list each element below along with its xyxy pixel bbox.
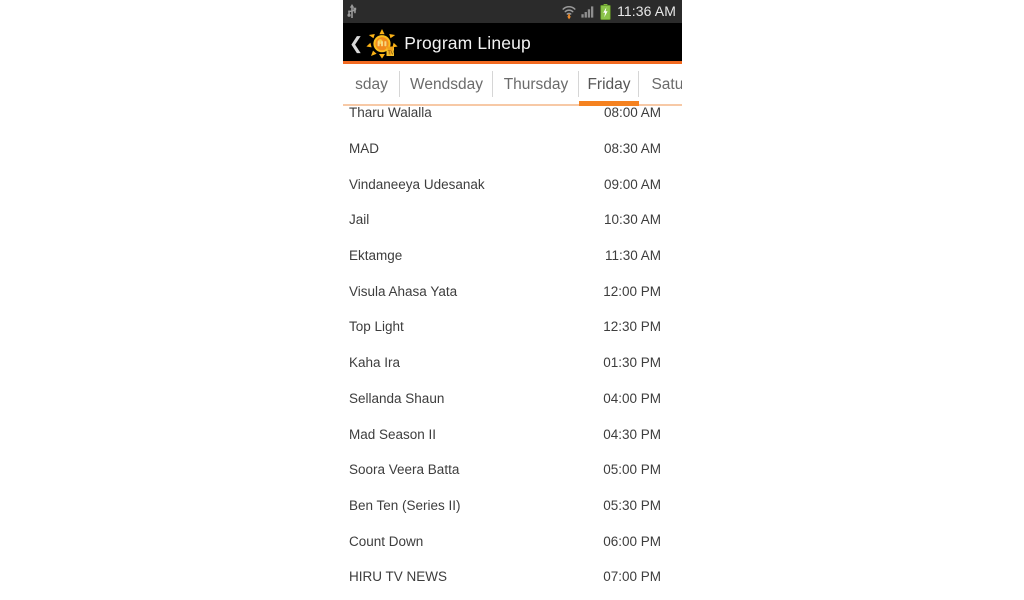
cellular-signal-icon: [581, 6, 594, 18]
tab-label: Friday: [587, 76, 631, 93]
status-bar-left-icons: [346, 4, 358, 19]
program-row[interactable]: Soora Veera Batta 05:00 PM: [343, 452, 682, 488]
battery-charging-icon: [600, 3, 611, 20]
tab-saturday[interactable]: Saturday: [639, 64, 682, 106]
program-row[interactable]: Kaha Ira 01:30 PM: [343, 345, 682, 381]
program-row[interactable]: Vindaneeya Udesanak 09:00 AM: [343, 166, 682, 202]
tab-label: Thursday: [503, 76, 569, 93]
wifi-icon: [562, 5, 576, 19]
program-row[interactable]: Jail 10:30 AM: [343, 202, 682, 238]
tab-label: Wendsday: [410, 76, 483, 93]
program-time: 07:00 PM: [603, 569, 661, 585]
program-title: Ektamge: [349, 248, 403, 264]
tab-friday[interactable]: Friday: [579, 64, 639, 106]
program-row[interactable]: HIRU TV NEWS 07:00 PM: [343, 559, 682, 595]
program-row[interactable]: Visula Ahasa Yata 12:00 PM: [343, 273, 682, 309]
tab-label: sday: [355, 76, 388, 93]
program-title: Tharu Walalla: [349, 106, 432, 121]
hiru-tv-sun-logo-icon: TV: [366, 28, 398, 59]
program-time: 05:00 PM: [603, 462, 661, 478]
program-time: 09:00 AM: [603, 176, 661, 192]
program-row[interactable]: Count Down 06:00 PM: [343, 523, 682, 559]
status-bar: 11:36 AM: [343, 0, 682, 23]
program-time: 05:30 PM: [603, 497, 661, 513]
page-title: Program Lineup: [404, 33, 531, 53]
program-time: 06:00 PM: [603, 533, 661, 549]
program-list[interactable]: Tharu Walalla 08:00 AM MAD 08:30 AM Vindanee…: [343, 106, 682, 595]
tab-wendsday[interactable]: Wendsday: [400, 64, 493, 106]
svg-text:TV: TV: [388, 50, 395, 56]
program-time: 11:30 AM: [604, 248, 661, 264]
program-list-scroll-content: Tharu Walalla 08:00 AM MAD 08:30 AM Vindanee…: [343, 106, 682, 595]
day-tab-strip[interactable]: sday Wendsday Thursday Friday Saturday: [343, 64, 682, 106]
back-chevron-icon[interactable]: ❮: [347, 35, 365, 52]
program-title: Ben Ten (Series II): [349, 497, 461, 513]
program-row[interactable]: Sellanda Shaun 04:00 PM: [343, 381, 682, 417]
program-time: 04:30 PM: [603, 426, 661, 442]
program-title: Vindaneeya Udesanak: [349, 176, 485, 192]
program-title: MAD: [349, 141, 379, 157]
action-bar: ❮ TV Program Lineup: [343, 23, 682, 64]
program-row[interactable]: Tharu Walalla 08:00 AM: [343, 106, 682, 131]
status-bar-clock: 11:36 AM: [617, 3, 676, 19]
program-row[interactable]: Ben Ten (Series II) 05:30 PM: [343, 488, 682, 524]
program-time: 08:30 AM: [603, 141, 661, 157]
program-title: Top Light: [349, 319, 404, 335]
program-title: HIRU TV NEWS: [349, 569, 448, 585]
download-arrow-icon: [567, 13, 572, 19]
tab-label: Saturday: [651, 76, 682, 93]
program-title: Soora Veera Batta: [349, 462, 460, 478]
usb-icon: [347, 4, 357, 18]
program-title: Sellanda Shaun: [349, 390, 445, 406]
program-title: Kaha Ira: [349, 355, 401, 371]
program-time: 12:00 PM: [603, 283, 661, 299]
tab-sday[interactable]: sday: [343, 64, 400, 106]
phone-screenshot: 11:36 AM ❮ TV Program Lineup sday Wendsd…: [343, 0, 682, 600]
program-row[interactable]: Mad Season II 04:30 PM: [343, 416, 682, 452]
tab-thursday[interactable]: Thursday: [493, 64, 579, 106]
program-time: 01:30 PM: [603, 355, 661, 371]
program-time: 04:00 PM: [603, 390, 661, 406]
program-row[interactable]: Ektamge 11:30 AM: [343, 238, 682, 274]
program-title: Visula Ahasa Yata: [349, 283, 458, 299]
program-time: 10:30 AM: [603, 212, 661, 228]
program-row[interactable]: MAD 08:30 AM: [343, 131, 682, 167]
program-row[interactable]: Top Light 12:30 PM: [343, 309, 682, 345]
program-time: 08:00 AM: [603, 106, 661, 121]
status-bar-right-icons: 11:36 AM: [561, 0, 676, 23]
screenshot-canvas: 11:36 AM ❮ TV Program Lineup sday Wendsd…: [0, 0, 1024, 600]
program-title: Jail: [349, 212, 370, 228]
program-title: Mad Season II: [349, 426, 437, 442]
program-time: 12:30 PM: [603, 319, 661, 335]
program-title: Count Down: [349, 533, 424, 549]
